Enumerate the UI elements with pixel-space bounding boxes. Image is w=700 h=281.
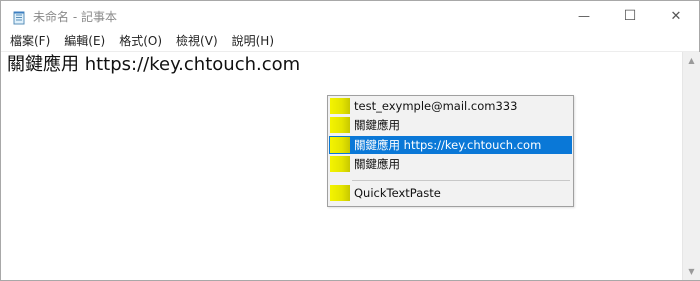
- popup-item-label: 關鍵應用: [354, 157, 400, 171]
- menu-view[interactable]: 檢視(V): [169, 31, 225, 51]
- popup-item[interactable]: test_exymple@mail.com333: [329, 97, 572, 115]
- popup-item-label: 關鍵應用: [354, 118, 400, 132]
- popup-item-label: test_exymple@mail.com333: [354, 99, 518, 113]
- close-icon: ✕: [670, 8, 682, 24]
- scroll-down-arrow-icon: ▼: [688, 267, 695, 276]
- notepad-icon: [12, 10, 26, 25]
- scroll-down-button[interactable]: ▼: [683, 263, 700, 280]
- item-stripe-icon: [330, 98, 350, 114]
- quicktextpaste-popup-menu: test_exymple@mail.com333 關鍵應用 關鍵應用 https…: [327, 95, 574, 207]
- popup-item-label: QuickTextPaste: [354, 186, 441, 200]
- minimize-icon: —: [578, 9, 590, 23]
- menu-file[interactable]: 檔案(F): [1, 31, 57, 51]
- maximize-icon: ☐: [623, 8, 637, 24]
- maximize-button[interactable]: ☐: [607, 1, 653, 31]
- minimize-button[interactable]: —: [561, 1, 607, 31]
- popup-item[interactable]: 關鍵應用: [329, 155, 572, 173]
- scroll-up-button[interactable]: ▲: [683, 52, 700, 69]
- window-title: 未命名 - 記事本: [33, 10, 117, 24]
- menu-edit[interactable]: 編輯(E): [57, 31, 112, 51]
- popup-item-label: 關鍵應用 https://key.chtouch.com: [354, 138, 542, 152]
- title-bar[interactable]: 未命名 - 記事本 — ☐ ✕: [1, 1, 699, 31]
- popup-separator: [352, 180, 570, 181]
- editor-content: 關鍵應用 https://key.chtouch.com: [7, 54, 301, 75]
- menu-help[interactable]: 說明(H): [225, 31, 281, 51]
- scroll-up-arrow-icon: ▲: [688, 56, 695, 65]
- popup-item[interactable]: 關鍵應用: [329, 116, 572, 134]
- item-stripe-icon: [330, 137, 350, 153]
- menu-format[interactable]: 格式(O): [112, 31, 169, 51]
- item-stripe-icon: [330, 156, 350, 172]
- close-button[interactable]: ✕: [653, 1, 699, 31]
- popup-item-app[interactable]: QuickTextPaste: [329, 184, 572, 202]
- popup-item-selected[interactable]: 關鍵應用 https://key.chtouch.com: [329, 136, 572, 154]
- menu-bar: 檔案(F) 編輯(E) 格式(O) 檢視(V) 說明(H): [1, 31, 699, 52]
- vertical-scrollbar[interactable]: ▲ ▼: [682, 52, 700, 280]
- item-stripe-icon: [330, 185, 350, 201]
- item-stripe-icon: [330, 117, 350, 133]
